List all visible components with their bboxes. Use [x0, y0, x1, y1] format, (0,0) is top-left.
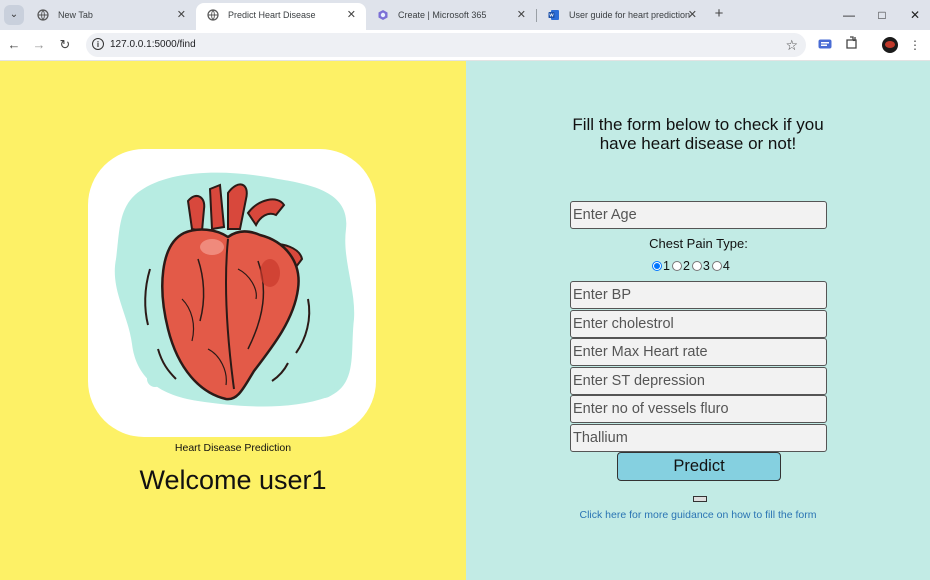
tab-title: Predict Heart Disease: [228, 10, 316, 20]
address-bar[interactable]: i 127.0.0.1:5000/find ☆: [86, 33, 806, 57]
reload-button[interactable]: ↻: [56, 36, 74, 54]
chest-pain-label: Chest Pain Type:: [649, 236, 748, 251]
chest-pain-radio-3[interactable]: [691, 261, 702, 271]
back-arrow-icon: ←: [7, 37, 21, 52]
close-icon[interactable]: ✕: [347, 3, 356, 27]
new-tab-button[interactable]: +: [711, 5, 727, 23]
word-icon: W: [548, 10, 559, 20]
tab-search-button[interactable]: ⌄: [4, 5, 24, 25]
tab-new-tab[interactable]: New Tab ✕: [26, 3, 196, 30]
bp-field[interactable]: [570, 281, 827, 309]
predict-button[interactable]: Predict: [617, 452, 781, 481]
forward-arrow-icon: →: [32, 37, 46, 52]
thallium-field[interactable]: [570, 424, 827, 452]
form-title: Fill the form below to check if you have…: [572, 115, 824, 153]
microsoft-365-icon: [378, 10, 388, 20]
tab-title: New Tab: [58, 10, 93, 20]
back-button[interactable]: ←: [5, 36, 23, 54]
close-icon[interactable]: ✕: [517, 3, 526, 27]
maximize-button[interactable]: □: [873, 6, 891, 24]
chest-pain-option-4[interactable]: 4: [711, 259, 730, 273]
age-field[interactable]: [570, 201, 827, 229]
vessels-fluro-field[interactable]: [570, 395, 827, 423]
st-depression-field[interactable]: [570, 367, 827, 395]
right-panel: Fill the form below to check if you have…: [466, 61, 930, 580]
radio-label: 3: [702, 259, 710, 273]
radio-label: 1: [663, 259, 670, 273]
maximize-icon: □: [878, 8, 886, 22]
url-text[interactable]: 127.0.0.1:5000/find: [110, 33, 196, 57]
minimize-icon: —: [843, 8, 855, 22]
page-content: Heart Disease Prediction Welcome user1 F…: [0, 61, 930, 580]
tab-user-guide[interactable]: W User guide for heart prediction ✕: [537, 3, 707, 30]
tab-title: User guide for heart prediction: [569, 10, 691, 20]
info-icon[interactable]: i: [92, 38, 104, 50]
tab-predict-heart-disease[interactable]: Predict Heart Disease ✕: [196, 3, 366, 30]
chest-pain-radio-2[interactable]: [671, 261, 682, 271]
app-caption: Heart Disease Prediction: [174, 442, 292, 454]
chest-pain-option-3[interactable]: 3: [691, 259, 710, 273]
close-window-button[interactable]: ✕: [906, 6, 924, 24]
close-icon[interactable]: ✕: [688, 3, 697, 27]
radio-label: 4: [722, 259, 730, 273]
translate-icon[interactable]: [816, 36, 834, 54]
chest-pain-option-2[interactable]: 2: [671, 259, 690, 273]
more-menu-icon[interactable]: ⋮: [906, 36, 924, 54]
radio-label: 2: [682, 259, 690, 273]
minimize-button[interactable]: —: [840, 6, 858, 24]
forward-button[interactable]: →: [30, 36, 48, 54]
tab-microsoft-365[interactable]: Create | Microsoft 365 ✕: [366, 3, 536, 30]
heart-icon: [114, 172, 355, 407]
reload-icon: ↻: [59, 37, 71, 52]
star-icon[interactable]: ☆: [785, 36, 798, 54]
profile-avatar[interactable]: [882, 37, 898, 53]
extensions-icon[interactable]: [843, 36, 861, 54]
chest-pain-option-1[interactable]: 1: [652, 259, 670, 273]
max-heart-rate-field[interactable]: [570, 338, 827, 366]
close-icon[interactable]: ✕: [177, 3, 186, 27]
chrome-globe-icon: [37, 9, 49, 21]
chest-pain-radio-group: 1 2 3 4: [652, 258, 732, 274]
chevron-down-icon: ⌄: [9, 9, 19, 20]
heart-illustration: [88, 149, 376, 437]
chest-pain-radio-4[interactable]: [711, 261, 722, 271]
welcome-message: Welcome user1: [139, 465, 327, 495]
guidance-link[interactable]: Click here for more guidance on how to f…: [556, 509, 840, 521]
tab-title: Create | Microsoft 365: [398, 10, 487, 20]
cholestrol-field[interactable]: [570, 310, 827, 338]
left-panel: Heart Disease Prediction Welcome user1: [0, 61, 466, 580]
chest-pain-radio-1[interactable]: [652, 261, 662, 271]
close-icon: ✕: [909, 8, 921, 22]
browser-toolbar: ← → ↻ i 127.0.0.1:5000/find ☆ ⋮: [0, 30, 930, 61]
tab-strip: ⌄ New Tab ✕ Predict Heart Disease ✕ Crea…: [0, 0, 930, 30]
prediction-result: [693, 496, 707, 502]
plus-icon: +: [714, 5, 724, 22]
globe-icon: [207, 9, 219, 21]
